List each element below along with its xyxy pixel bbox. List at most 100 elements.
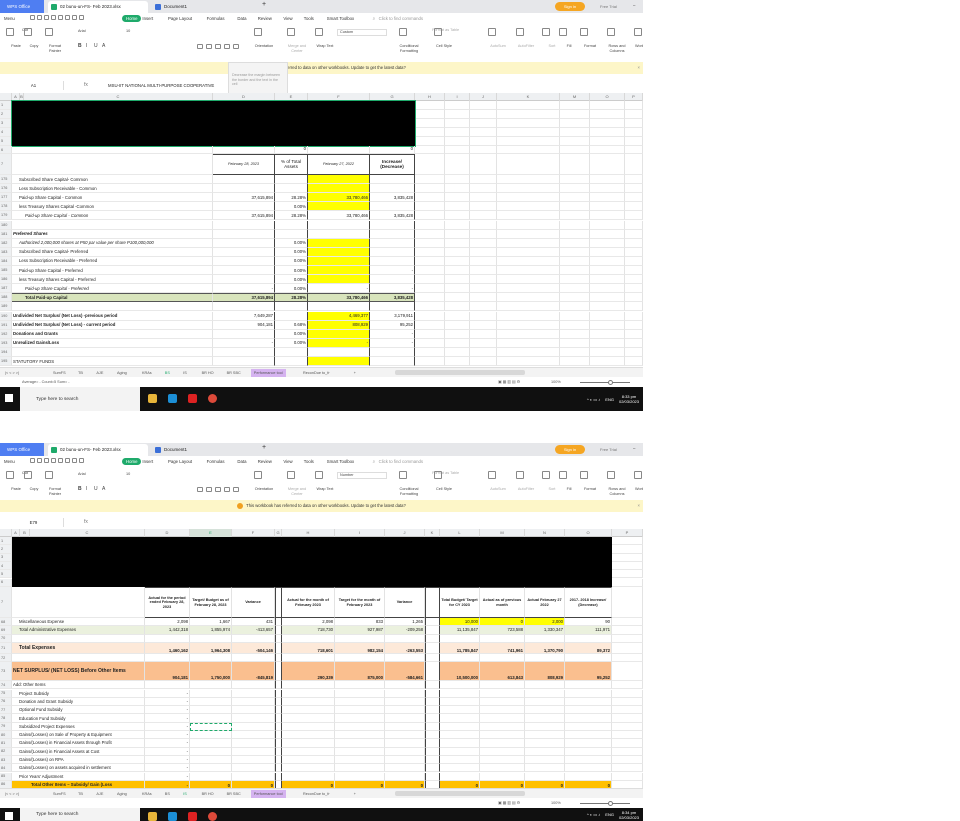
value-cell[interactable] [385, 764, 425, 773]
cell[interactable] [497, 110, 560, 119]
value-cell[interactable]: 431 [232, 618, 275, 627]
chrome-icon[interactable] [208, 394, 217, 404]
value-cell[interactable] [385, 689, 425, 698]
cell[interactable] [445, 193, 470, 203]
cell[interactable] [415, 193, 445, 203]
value-cell[interactable] [425, 722, 440, 731]
select-all-corner[interactable] [0, 529, 12, 537]
value-cell[interactable]: - [145, 706, 190, 715]
format-strikethrough-icon[interactable]: A [102, 44, 105, 49]
value-cell[interactable]: - [308, 338, 370, 348]
value-cell[interactable] [190, 697, 232, 707]
cell[interactable] [470, 256, 497, 266]
format-painter-button[interactable]: Format Painter [43, 44, 67, 53]
cell[interactable] [497, 211, 560, 221]
taskbar-search[interactable]: Type here to search [20, 387, 140, 411]
cell[interactable] [470, 137, 497, 146]
cell[interactable] [590, 293, 625, 303]
value-cell[interactable]: -845,819 [232, 662, 275, 682]
cell[interactable] [497, 293, 560, 303]
quick-access-icon[interactable] [51, 15, 56, 20]
horizontal-scrollbar[interactable] [395, 370, 525, 375]
start-icon[interactable] [5, 811, 13, 820]
value-cell[interactable]: 718,601 [282, 642, 335, 654]
value-cell[interactable] [190, 747, 232, 756]
cell[interactable] [590, 175, 625, 185]
value-cell[interactable] [480, 697, 525, 707]
value-cell[interactable]: - [145, 755, 190, 765]
cell[interactable] [497, 247, 560, 257]
wps-office-tab[interactable]: WPS Office [0, 0, 44, 13]
menu-menu[interactable]: Menu [4, 15, 15, 22]
value-cell[interactable] [275, 220, 308, 230]
value-cell[interactable]: 28.28% [275, 211, 308, 221]
cell[interactable] [497, 256, 560, 266]
sheet-tab-aging[interactable]: Aging [114, 369, 130, 377]
value-cell[interactable]: 0.00% [275, 247, 308, 257]
cell[interactable] [612, 578, 643, 587]
row-label[interactable]: less Treasury Shares Capital - Preferred [12, 275, 213, 285]
row-label[interactable]: Gains/(Losses) on Sale of Property & Equ… [12, 731, 145, 740]
value-cell[interactable] [145, 681, 190, 690]
value-cell[interactable] [565, 714, 612, 723]
add-sheet-icon[interactable]: + [351, 790, 359, 798]
value-cell[interactable]: 2,000 [525, 618, 565, 627]
cell[interactable] [590, 119, 625, 128]
cell[interactable] [560, 184, 590, 194]
value-cell[interactable] [275, 229, 308, 239]
command-search[interactable]: Click to find commands [379, 15, 423, 22]
value-cell[interactable] [335, 714, 385, 723]
cell[interactable] [497, 220, 560, 230]
column-header-f[interactable]: F [308, 93, 370, 101]
merge-center-button[interactable]: Merge and Center [285, 487, 309, 496]
value-cell[interactable]: 0.00% [275, 284, 308, 294]
cell[interactable] [470, 338, 497, 348]
cell[interactable] [470, 211, 497, 221]
cell[interactable] [415, 128, 445, 137]
value-cell[interactable] [480, 689, 525, 698]
cell[interactable] [470, 284, 497, 294]
value-cell[interactable] [308, 275, 370, 285]
sheet-nav-icon[interactable]: |< < > >| [2, 369, 22, 377]
value-cell[interactable] [145, 653, 190, 663]
value-cell[interactable] [440, 722, 480, 731]
file-tab[interactable]: 02 bunu-un-FS- Feb 2023.xlsx [48, 444, 148, 456]
cell[interactable] [625, 320, 643, 330]
value-cell[interactable] [213, 247, 275, 257]
cell[interactable] [497, 238, 560, 248]
quick-access-icon[interactable] [44, 15, 49, 20]
cell[interactable] [612, 626, 643, 635]
cell[interactable] [445, 137, 470, 146]
chrome-icon[interactable] [208, 811, 217, 821]
cell[interactable] [415, 247, 445, 257]
cell[interactable] [560, 175, 590, 185]
value-cell[interactable] [282, 697, 335, 707]
value-cell[interactable] [565, 755, 612, 765]
format-italic-icon[interactable]: I [86, 487, 87, 492]
sheet-tab-recondue-to-fr[interactable]: ReconDue to_fr [300, 369, 333, 377]
orientation-button[interactable]: Orientation [252, 44, 276, 49]
cell[interactable] [612, 553, 643, 562]
align-icon[interactable] [233, 44, 239, 49]
row-label[interactable]: Gains/(Losses) in Financial Assets throu… [12, 739, 145, 748]
value-cell[interactable] [232, 722, 275, 731]
sheet-tab-performance-tool[interactable]: Performance tool [250, 369, 286, 377]
cell[interactable] [625, 137, 643, 146]
value-cell[interactable]: -584,661 [385, 662, 425, 682]
cell[interactable] [590, 128, 625, 137]
value-cell[interactable] [335, 653, 385, 663]
cell[interactable] [213, 146, 275, 154]
value-cell[interactable] [275, 739, 282, 748]
cell[interactable] [625, 220, 643, 230]
cell[interactable] [625, 128, 643, 137]
cell[interactable] [560, 146, 590, 154]
cell[interactable] [470, 247, 497, 257]
autosum-button[interactable]: AutoSum [486, 487, 510, 492]
cell[interactable] [470, 347, 497, 357]
cell[interactable] [470, 275, 497, 285]
row-label[interactable]: Education Fund Subsidy [12, 714, 145, 723]
value-cell[interactable]: 0.00% [275, 266, 308, 276]
sheet-tab-performance-tool[interactable]: Performance tool [250, 790, 286, 798]
sheet-tab-kras[interactable]: KRAs [139, 790, 155, 798]
start-icon[interactable] [5, 394, 13, 403]
